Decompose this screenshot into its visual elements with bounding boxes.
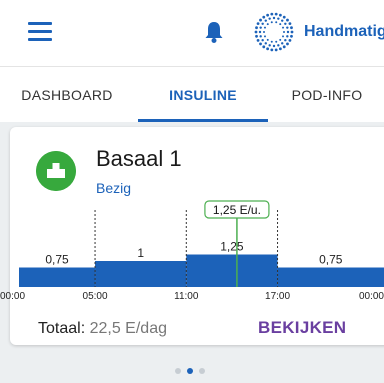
mode-icon-dot	[284, 39, 287, 42]
mode-icon-dot	[266, 47, 270, 51]
mode-icon-dot	[254, 30, 258, 34]
mode-icon-dot	[259, 26, 262, 29]
mode-icon-dot	[282, 15, 286, 19]
total-value: 22,5 E/dag	[89, 320, 167, 337]
mode-icon-dot	[261, 39, 264, 42]
chart-bar	[277, 267, 384, 287]
chart-tick-label: 00:00	[0, 291, 25, 302]
mode-icon-dot	[272, 44, 276, 48]
mode-icon-dot	[282, 45, 286, 49]
chart-bar	[19, 267, 96, 287]
tab-dashboard[interactable]: DASHBOARD	[0, 67, 134, 123]
chart-bar	[95, 261, 187, 287]
chart-bar-label: 1,25	[220, 240, 244, 254]
current-rate-label: 1,25 E/u.	[213, 203, 261, 217]
mode-icon-dot	[283, 31, 285, 33]
mode-icon-dot	[255, 26, 258, 30]
tab-bar: DASHBOARD INSULINE POD-INFO	[0, 66, 384, 122]
mode-icon-dot	[263, 26, 266, 29]
mode-icon-dot	[286, 30, 290, 34]
mode-icon-dot	[278, 47, 282, 51]
total-daily-dose: Totaal: 22,5 E/dag	[38, 320, 167, 338]
tab-pod-info[interactable]: POD-INFO	[270, 67, 384, 123]
mode-icon-dot	[286, 42, 289, 46]
basal-rate-chart: 0,75 1 1,25 0,75 00:00 05:00 11:00 17:00 00:00 1,…	[0, 200, 384, 302]
mode-icon-dot	[284, 22, 287, 25]
chart-tick-label: 17:00	[265, 291, 290, 302]
mode-icon-dot	[288, 38, 292, 42]
mode-icon-dot	[279, 38, 282, 41]
hamburger-icon[interactable]	[28, 22, 52, 42]
chart-bar-label: 0,75	[45, 253, 69, 267]
mode-icon-dot	[263, 35, 266, 38]
mode-icon-dot	[272, 16, 276, 20]
mode-icon-dot	[290, 34, 293, 38]
mode-icon-dot	[274, 48, 278, 52]
mode-icon-dot	[290, 30, 294, 34]
pager-dot[interactable]	[199, 368, 205, 374]
chart-bar	[186, 254, 278, 287]
chart-bar-label: 0,75	[319, 253, 343, 267]
mode-icon-dot	[264, 19, 267, 22]
chart-tick-label: 00:00	[359, 291, 384, 302]
mode-icon-dot	[274, 12, 278, 16]
mode-icon-dot	[266, 13, 270, 17]
program-status: Bezig	[96, 180, 132, 196]
mode-icon-dot	[282, 26, 285, 29]
mode-icon-dot	[275, 40, 278, 43]
mode-icon-dot	[262, 45, 266, 49]
mode-icon-dot	[282, 35, 285, 38]
mode-icon-dot	[270, 40, 273, 43]
mode-icon-dot	[286, 26, 289, 29]
mode-icon-dot	[262, 15, 266, 19]
mode-icon-dot	[270, 12, 274, 16]
top-bar: Handmatig	[0, 0, 384, 66]
bell-icon[interactable]	[203, 20, 225, 44]
active-tab-indicator	[138, 119, 268, 122]
mode-icon-dot	[255, 34, 258, 38]
chart-tick-label: 11:00	[174, 291, 199, 302]
chart-tick-label: 05:00	[83, 291, 108, 302]
pager-dots	[175, 368, 215, 378]
mode-icon-dot	[290, 26, 293, 30]
mode-icon-dot	[259, 18, 262, 22]
mode-icon-dot	[275, 21, 278, 24]
mode-icon-dot	[270, 48, 274, 52]
mode-icon-dot	[281, 19, 284, 22]
mode-icon-dot	[266, 38, 269, 41]
mode-icon-dot	[277, 17, 280, 20]
mode-icon-dot	[279, 23, 282, 26]
pager-dot[interactable]	[187, 368, 193, 374]
mode-icon-dot	[268, 44, 271, 47]
mode-icon-dot	[258, 30, 262, 34]
mode-icon-dot	[263, 31, 265, 33]
mode-icon-dot	[259, 42, 262, 46]
mode-icon-dot	[256, 22, 260, 26]
mode-icon-dot	[264, 42, 267, 45]
mode-icon-dot	[261, 22, 264, 25]
pager-dot[interactable]	[175, 368, 181, 374]
mode-icon-dot	[256, 38, 260, 42]
tab-insuline[interactable]: INSULINE	[138, 67, 268, 123]
total-label: Totaal:	[38, 320, 86, 337]
program-title: Basaal 1	[96, 146, 182, 171]
mode-icon-dot	[286, 35, 289, 38]
mode-icon-dot	[266, 23, 269, 26]
mode-icon-dot	[281, 42, 284, 45]
mode-icon-dot	[259, 35, 262, 38]
basal-program-icon	[36, 151, 76, 191]
mode-label[interactable]: Handmatig	[304, 23, 384, 41]
mode-icon-dot	[288, 22, 292, 26]
chart-bar-label: 1	[137, 246, 144, 260]
mode-icon-dot	[268, 17, 271, 20]
view-button[interactable]: BEKIJKEN	[258, 318, 346, 338]
mode-icon-dot	[270, 21, 273, 24]
dotted-circle-icon[interactable]	[254, 12, 294, 52]
mode-icon-dot	[278, 13, 282, 17]
mode-icon-dot	[277, 44, 280, 47]
mode-icon-dot	[286, 18, 289, 22]
